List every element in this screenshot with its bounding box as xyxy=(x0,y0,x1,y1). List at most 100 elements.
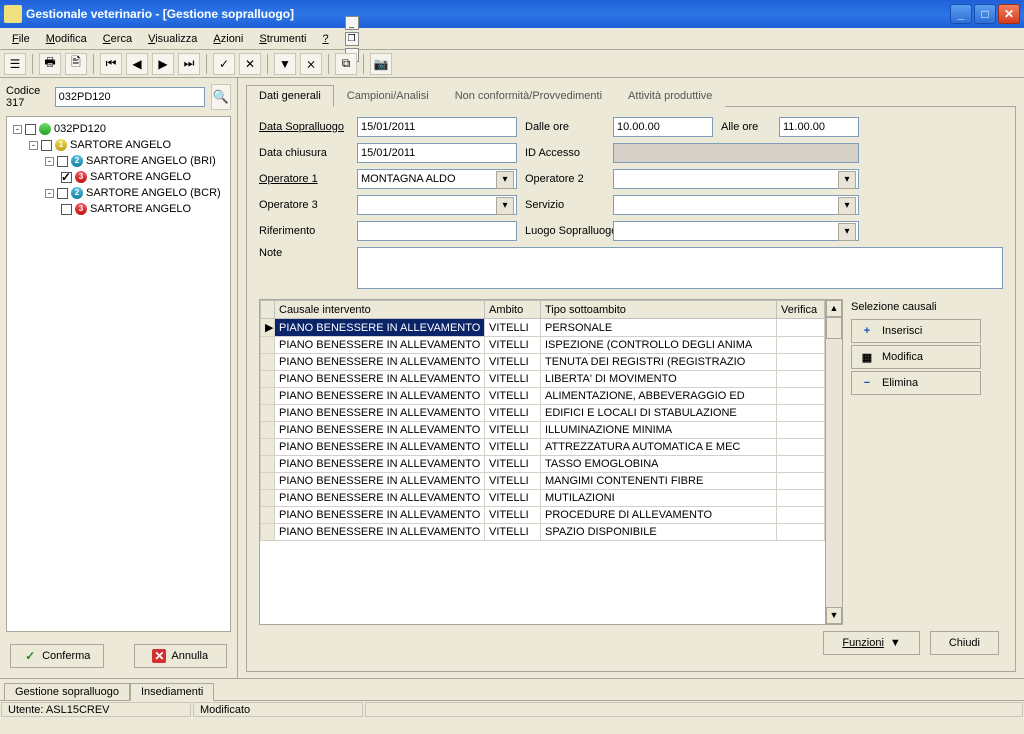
combo-luogo[interactable] xyxy=(613,221,859,241)
cell-tipo[interactable]: MUTILAZIONI xyxy=(541,490,777,507)
cell-ambito[interactable]: VITELLI xyxy=(485,371,541,388)
cell-tipo[interactable]: ILLUMINAZIONE MINIMA xyxy=(541,422,777,439)
tool-print-preview-icon[interactable]: 🖹 xyxy=(65,53,87,75)
expander-icon[interactable]: - xyxy=(45,189,54,198)
tree-node[interactable]: SARTORE ANGELO xyxy=(70,139,171,151)
cell-ambito[interactable]: VITELLI xyxy=(485,388,541,405)
cell-ambito[interactable]: VITELLI xyxy=(485,405,541,422)
tree-node[interactable]: 032PD120 xyxy=(54,123,106,135)
table-row[interactable]: PIANO BENESSERE IN ALLEVAMENTOVITELLIALI… xyxy=(261,388,825,405)
cell-tipo[interactable]: LIBERTA' DI MOVIMENTO xyxy=(541,371,777,388)
menu-cerca[interactable]: Cerca xyxy=(95,31,140,47)
row-handle[interactable] xyxy=(261,439,275,456)
cell-ambito[interactable]: VITELLI xyxy=(485,337,541,354)
cell-verifica[interactable] xyxy=(777,490,825,507)
tool-last-icon[interactable]: ⏭ xyxy=(178,53,200,75)
annulla-button[interactable]: ✕Annulla xyxy=(134,644,228,668)
tool-first-icon[interactable]: ⏮ xyxy=(100,53,122,75)
cell-causale[interactable]: PIANO BENESSERE IN ALLEVAMENTO xyxy=(275,507,485,524)
table-row[interactable]: PIANO BENESSERE IN ALLEVAMENTOVITELLIPRO… xyxy=(261,507,825,524)
tree-node[interactable]: SARTORE ANGELO (BCR) xyxy=(86,187,221,199)
tool-ok-icon[interactable]: ✓ xyxy=(213,53,235,75)
menu-help[interactable]: ? xyxy=(314,31,336,47)
chiudi-button[interactable]: Chiudi xyxy=(930,631,999,655)
mdi-restore-icon[interactable]: ❐ xyxy=(345,32,359,46)
row-handle[interactable] xyxy=(261,456,275,473)
cell-verifica[interactable] xyxy=(777,439,825,456)
scroll-down-icon[interactable]: ▼ xyxy=(826,607,842,624)
tab-attivita[interactable]: Attività produttive xyxy=(615,85,725,107)
cell-ambito[interactable]: VITELLI xyxy=(485,507,541,524)
cell-ambito[interactable]: VITELLI xyxy=(485,422,541,439)
cell-tipo[interactable]: EDIFICI E LOCALI DI STABULAZIONE xyxy=(541,405,777,422)
row-handle[interactable] xyxy=(261,354,275,371)
cell-causale[interactable]: PIANO BENESSERE IN ALLEVAMENTO xyxy=(275,405,485,422)
col-verifica[interactable]: Verifica xyxy=(777,301,825,319)
cell-ambito[interactable]: VITELLI xyxy=(485,439,541,456)
table-row[interactable]: ▶PIANO BENESSERE IN ALLEVAMENTOVITELLIPE… xyxy=(261,319,825,337)
cell-causale[interactable]: PIANO BENESSERE IN ALLEVAMENTO xyxy=(275,524,485,541)
menu-azioni[interactable]: Azioni xyxy=(205,31,251,47)
col-ambito[interactable]: Ambito xyxy=(485,301,541,319)
cell-causale[interactable]: PIANO BENESSERE IN ALLEVAMENTO xyxy=(275,371,485,388)
modifica-button[interactable]: ▦Modifica xyxy=(851,345,981,369)
combo-operatore2[interactable] xyxy=(613,169,859,189)
cell-verifica[interactable] xyxy=(777,319,825,337)
cell-verifica[interactable] xyxy=(777,388,825,405)
cell-verifica[interactable] xyxy=(777,371,825,388)
row-handle[interactable] xyxy=(261,388,275,405)
cell-verifica[interactable] xyxy=(777,337,825,354)
tool-next-icon[interactable]: ▶ xyxy=(152,53,174,75)
cell-verifica[interactable] xyxy=(777,473,825,490)
table-row[interactable]: PIANO BENESSERE IN ALLEVAMENTOVITELLIISP… xyxy=(261,337,825,354)
menu-modifica[interactable]: Modifica xyxy=(38,31,95,47)
checkbox[interactable] xyxy=(41,140,52,151)
checkbox-checked[interactable] xyxy=(61,172,72,183)
table-row[interactable]: PIANO BENESSERE IN ALLEVAMENTOVITELLISPA… xyxy=(261,524,825,541)
tree-node[interactable]: SARTORE ANGELO (BRI) xyxy=(86,155,216,167)
row-handle[interactable] xyxy=(261,422,275,439)
tree[interactable]: -032PD120 -1SARTORE ANGELO -2SARTORE ANG… xyxy=(6,116,231,632)
row-handle[interactable] xyxy=(261,371,275,388)
cell-ambito[interactable]: VITELLI xyxy=(485,473,541,490)
cell-ambito[interactable]: VITELLI xyxy=(485,354,541,371)
row-handle[interactable] xyxy=(261,337,275,354)
bottom-tab-sopralluogo[interactable]: Gestione sopralluogo xyxy=(4,683,130,701)
menu-strumenti[interactable]: Strumenti xyxy=(251,31,314,47)
checkbox[interactable] xyxy=(57,188,68,199)
row-handle[interactable] xyxy=(261,405,275,422)
tool-cancel-icon[interactable]: ✕ xyxy=(239,53,261,75)
cell-causale[interactable]: PIANO BENESSERE IN ALLEVAMENTO xyxy=(275,319,485,337)
cell-causale[interactable]: PIANO BENESSERE IN ALLEVAMENTO xyxy=(275,439,485,456)
bottom-tab-insediamenti[interactable]: Insediamenti xyxy=(130,683,214,701)
cell-tipo[interactable]: ISPEZIONE (CONTROLLO DEGLI ANIMA xyxy=(541,337,777,354)
cell-causale[interactable]: PIANO BENESSERE IN ALLEVAMENTO xyxy=(275,490,485,507)
causali-grid[interactable]: Causale intervento Ambito Tipo sottoambi… xyxy=(260,300,825,624)
conferma-button[interactable]: ✓Conferma xyxy=(10,644,104,668)
menu-file[interactable]: File xyxy=(4,31,38,47)
row-handle[interactable] xyxy=(261,473,275,490)
table-row[interactable]: PIANO BENESSERE IN ALLEVAMENTOVITELLIEDI… xyxy=(261,405,825,422)
field-data-sopralluogo[interactable]: 15/01/2011 xyxy=(357,117,517,137)
row-handle[interactable] xyxy=(261,507,275,524)
cell-tipo[interactable]: PERSONALE xyxy=(541,319,777,337)
grid-scrollbar[interactable]: ▲ ▼ xyxy=(825,300,842,624)
combo-operatore3[interactable] xyxy=(357,195,517,215)
codice-input[interactable] xyxy=(55,87,205,107)
tool-copy-icon[interactable]: ⧉ xyxy=(335,53,357,75)
col-causale[interactable]: Causale intervento xyxy=(275,301,485,319)
tree-node[interactable]: SARTORE ANGELO xyxy=(90,171,191,183)
scroll-up-icon[interactable]: ▲ xyxy=(826,300,842,317)
table-row[interactable]: PIANO BENESSERE IN ALLEVAMENTOVITELLIATT… xyxy=(261,439,825,456)
table-row[interactable]: PIANO BENESSERE IN ALLEVAMENTOVITELLITEN… xyxy=(261,354,825,371)
cell-verifica[interactable] xyxy=(777,354,825,371)
checkbox[interactable] xyxy=(25,124,36,135)
cell-tipo[interactable]: TASSO EMOGLOBINA xyxy=(541,456,777,473)
cell-causale[interactable]: PIANO BENESSERE IN ALLEVAMENTO xyxy=(275,337,485,354)
funzioni-button[interactable]: Funzioni▼ xyxy=(823,631,919,655)
cell-tipo[interactable]: PROCEDURE DI ALLEVAMENTO xyxy=(541,507,777,524)
table-row[interactable]: PIANO BENESSERE IN ALLEVAMENTOVITELLIMAN… xyxy=(261,473,825,490)
cell-ambito[interactable]: VITELLI xyxy=(485,524,541,541)
tool-print-icon[interactable]: 🖶 xyxy=(39,53,61,75)
expander-icon[interactable]: - xyxy=(45,157,54,166)
